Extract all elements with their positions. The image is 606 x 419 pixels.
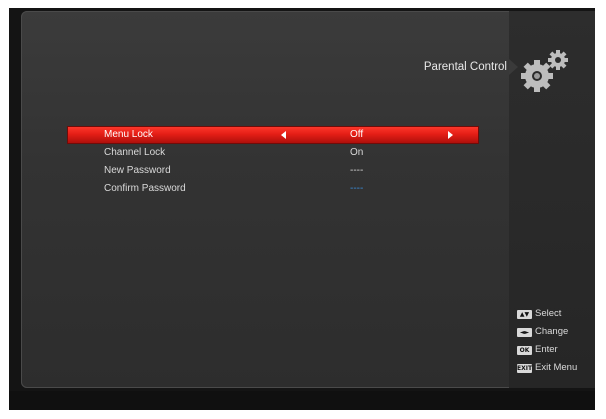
help-change: ◄► Change — [517, 323, 593, 341]
tv-screen: Parental Control Menu Lock Off Channel L… — [9, 8, 595, 410]
menu-item-label: New Password — [104, 165, 171, 176]
help-legend: ▲▼ Select ◄► Change OK Enter EXIT Exit M… — [517, 305, 593, 377]
help-select: ▲▼ Select — [517, 305, 593, 323]
menu-item-confirm-password[interactable]: Confirm Password ---- — [67, 180, 479, 198]
gears-icon — [521, 50, 568, 92]
menu-item-label: Menu Lock — [104, 129, 153, 140]
left-right-key-icon: ◄► — [517, 327, 532, 337]
menu-item-value: Off — [350, 129, 364, 140]
password-field[interactable]: ---- — [350, 162, 363, 180]
menu-item-label: Confirm Password — [104, 183, 186, 194]
help-label: Enter — [535, 344, 558, 355]
menu-item-new-password[interactable]: New Password ---- — [67, 162, 479, 180]
help-enter: OK Enter — [517, 341, 593, 359]
exit-key-icon: EXIT — [517, 363, 533, 373]
help-label: Select — [535, 308, 562, 319]
menu-item-label: Channel Lock — [104, 147, 166, 158]
help-label: Exit Menu — [535, 362, 578, 373]
arrow-left-icon[interactable] — [281, 131, 286, 139]
help-label: Change — [535, 326, 569, 337]
title-pointer — [509, 59, 518, 75]
arrow-right-icon[interactable] — [448, 131, 453, 139]
menu-list: Menu Lock Off Channel Lock On New Passwo… — [67, 126, 479, 198]
menu-item-menu-lock[interactable]: Menu Lock Off — [67, 126, 479, 144]
bottom-strip — [9, 391, 595, 410]
ok-key-icon: OK — [517, 345, 532, 355]
menu-item-value: On — [350, 147, 364, 158]
confirm-password-field[interactable]: ---- — [350, 180, 363, 198]
page-title: Parental Control — [423, 61, 507, 73]
help-exit: EXIT Exit Menu — [517, 359, 593, 377]
up-down-key-icon: ▲▼ — [517, 309, 532, 319]
menu-item-channel-lock[interactable]: Channel Lock On — [67, 144, 479, 162]
